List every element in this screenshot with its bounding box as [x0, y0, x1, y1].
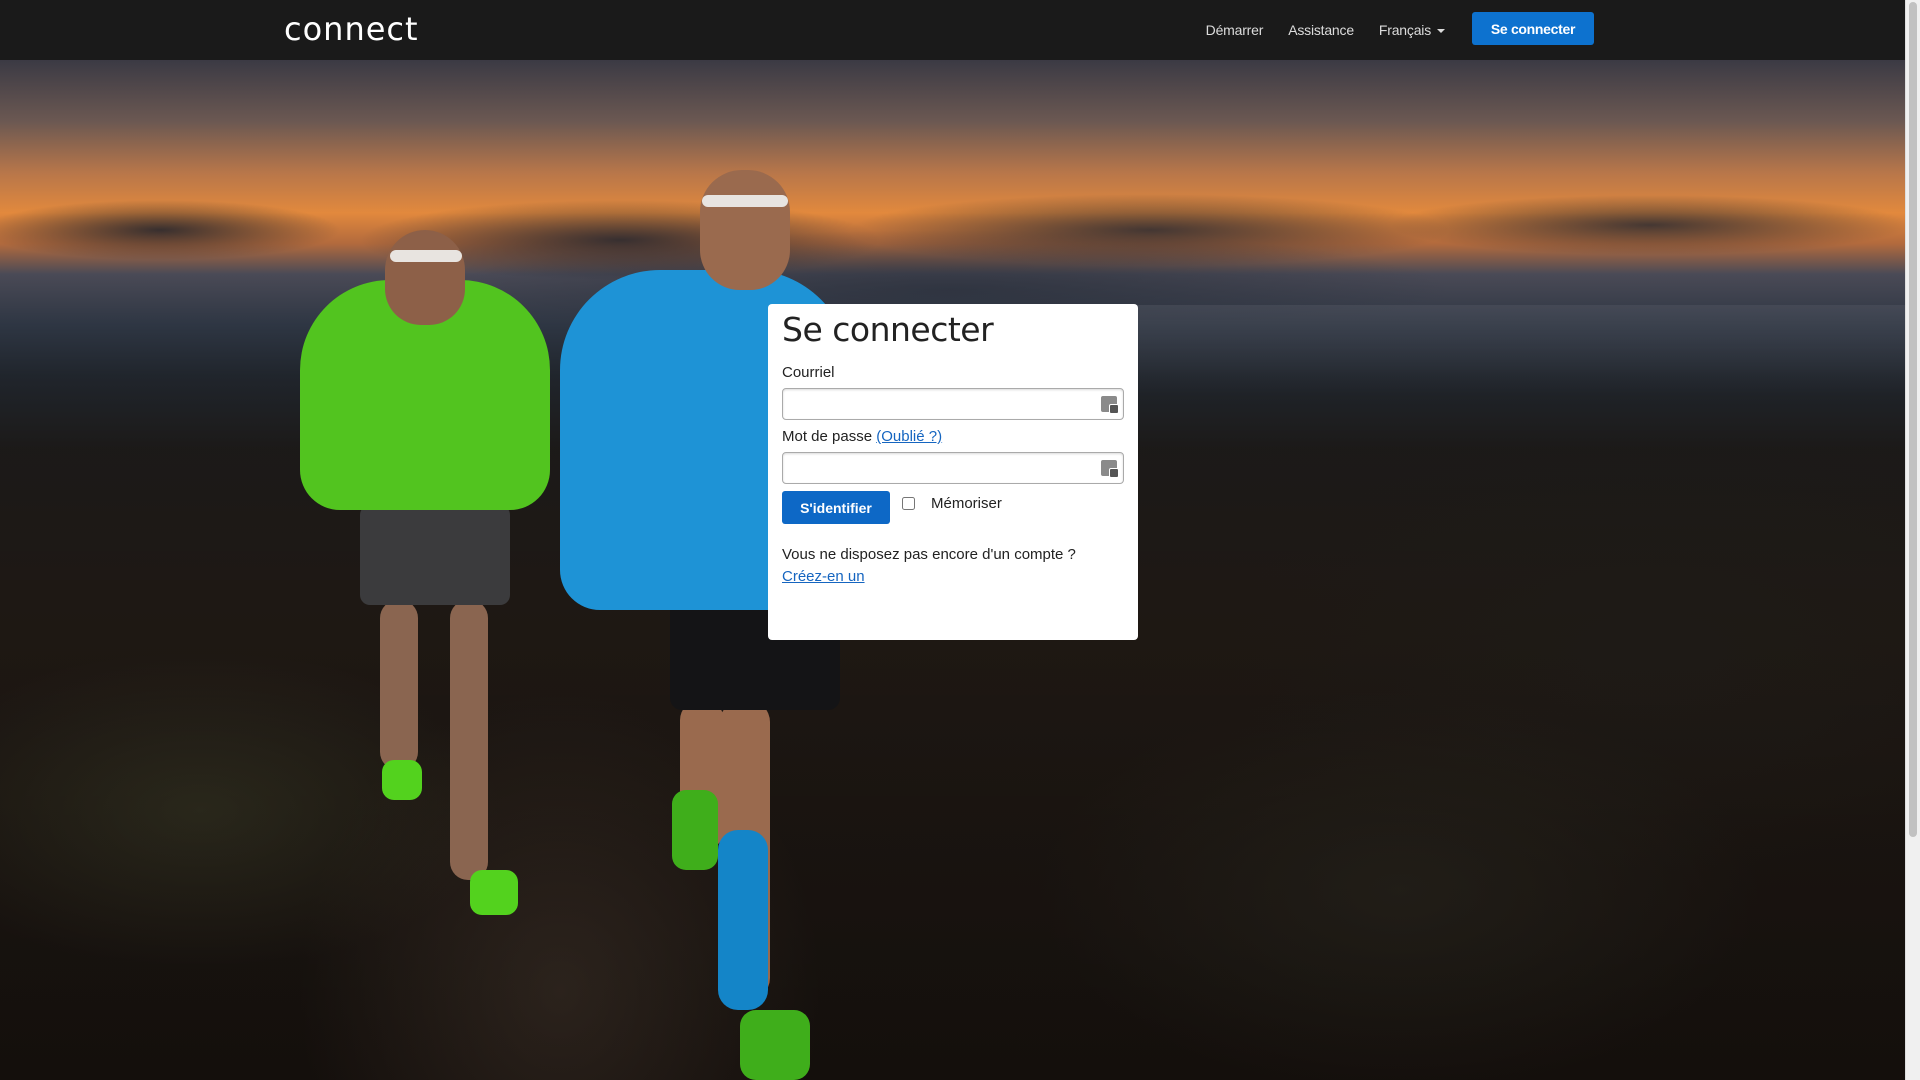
login-card: Se connecter Courriel Mot de passe (Oubl…: [768, 304, 1138, 640]
password-manager-icon[interactable]: [1101, 460, 1119, 478]
nav-link-support[interactable]: Assistance: [1288, 22, 1354, 38]
create-account-link[interactable]: Créez-en un: [782, 568, 865, 585]
signin-submit-button[interactable]: S'identifier: [782, 491, 890, 524]
password-manager-icon[interactable]: [1101, 396, 1119, 414]
sea: [1130, 305, 1905, 395]
forgot-password-link[interactable]: (Oublié ?): [876, 428, 942, 445]
top-navbar: connect Démarrer Assistance Français Se …: [0, 0, 1905, 60]
language-label: Français: [1378, 22, 1431, 38]
email-label: Courriel: [782, 364, 835, 381]
scrollbar-thumb[interactable]: [1909, 2, 1917, 837]
remember-checkbox[interactable]: [902, 497, 915, 510]
password-label: Mot de passe: [782, 428, 873, 445]
password-label-row: Mot de passe (Oublié ?): [782, 428, 942, 445]
signup-prompt: Vous ne disposez pas encore d'un compte …: [782, 544, 1124, 588]
nav-link-get-started[interactable]: Démarrer: [1206, 22, 1264, 38]
remember-me[interactable]: Mémoriser: [902, 495, 1002, 512]
login-title: Se connecter: [782, 310, 994, 349]
clouds: [0, 170, 1905, 320]
nav-links: Démarrer Assistance Français: [1181, 0, 1445, 60]
email-field-wrap: [782, 388, 1124, 420]
connect-logo[interactable]: connect: [284, 9, 419, 49]
remember-label: Mémoriser: [931, 495, 1002, 512]
page-scrollbar[interactable]: [1905, 0, 1920, 1080]
email-field[interactable]: [783, 389, 1123, 419]
caret-down-icon: [1437, 29, 1445, 34]
password-field[interactable]: [783, 453, 1123, 483]
nav-signin-button[interactable]: Se connecter: [1472, 12, 1594, 45]
password-field-wrap: [782, 452, 1124, 484]
no-account-text: Vous ne disposez pas encore d'un compte …: [782, 546, 1076, 563]
language-dropdown[interactable]: Français: [1379, 22, 1445, 38]
